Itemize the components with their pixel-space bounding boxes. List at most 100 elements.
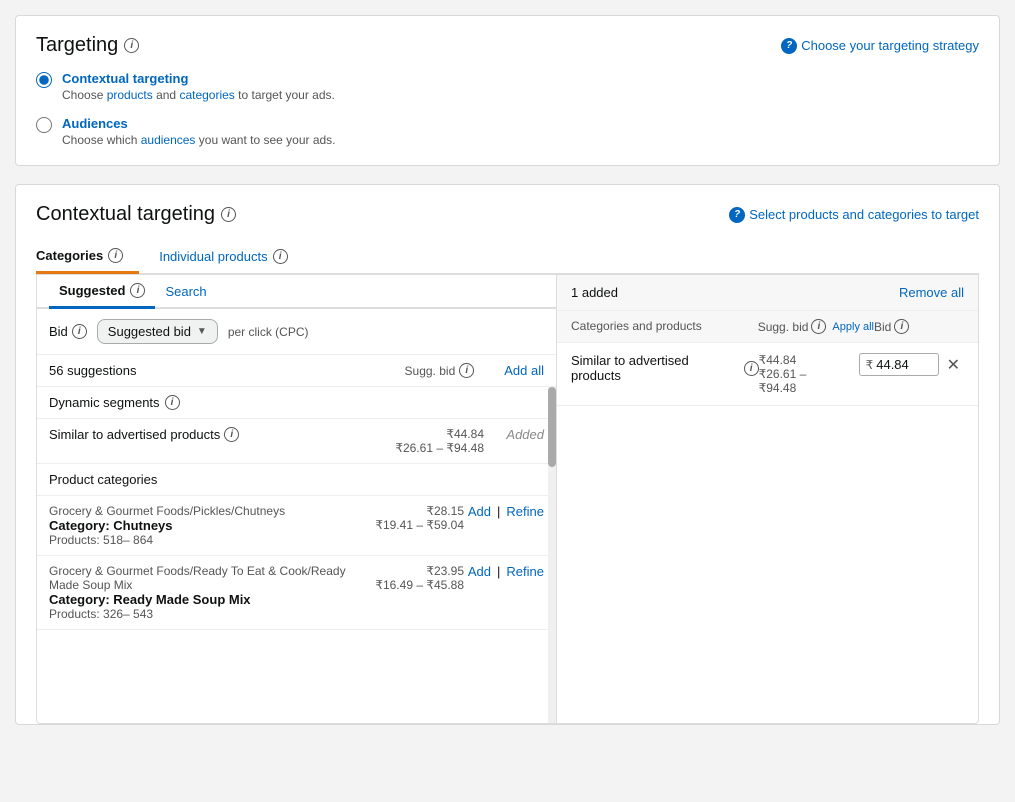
- product-categories-label: Product categories: [49, 472, 157, 487]
- products-link[interactable]: products: [107, 88, 153, 102]
- sub-tabs-row: Suggested i Search: [37, 275, 556, 309]
- contextual-targeting-label-group: Contextual targeting Choose products and…: [62, 71, 335, 102]
- two-column-layout: Suggested i Search Bid i Suggested bid ▼…: [36, 274, 979, 724]
- similar-products-status: Added: [484, 427, 544, 442]
- refine-button-0[interactable]: Refine: [506, 504, 544, 519]
- col-header-bid: Bid i: [874, 319, 964, 334]
- sub-tab-suggested-info-icon[interactable]: i: [130, 283, 145, 298]
- category-row-0: Grocery & Gourmet Foods/Pickles/Chutneys…: [37, 496, 556, 556]
- targeting-radio-group: Contextual targeting Choose products and…: [36, 71, 979, 147]
- col-sugg-info-icon[interactable]: i: [811, 319, 826, 334]
- right-sugg-main-0: ₹44.84: [759, 353, 859, 367]
- dynamic-segments-label: Dynamic segments: [49, 395, 160, 410]
- category-bid-range-1: ₹16.49 – ₹45.88: [364, 578, 464, 592]
- suggestions-header: 56 suggestions Sugg. bid i Add all: [37, 355, 556, 387]
- tab-individual-products[interactable]: Individual products i: [159, 240, 303, 273]
- contextual-targeting-help-link[interactable]: ? Select products and categories to targ…: [729, 207, 979, 223]
- contextual-targeting-radio[interactable]: [36, 72, 52, 88]
- col-bid-label: Bid: [874, 320, 891, 334]
- audiences-label-group: Audiences Choose which audiences you wan…: [62, 116, 336, 147]
- audiences-label: Audiences: [62, 116, 336, 131]
- help-link-text: Choose your targeting strategy: [801, 38, 979, 53]
- col-bid-info-icon[interactable]: i: [894, 319, 909, 334]
- contextual-targeting-card: Contextual targeting i ? Select products…: [15, 184, 1000, 725]
- tab-individual-products-info-icon[interactable]: i: [273, 249, 288, 264]
- col-sugg-label: Sugg. bid: [758, 320, 809, 334]
- category-actions-0: Add | Refine: [464, 504, 544, 519]
- category-info-0: Grocery & Gourmet Foods/Pickles/Chutneys…: [49, 504, 364, 547]
- targeting-card: Targeting i ? Choose your targeting stra…: [15, 15, 1000, 166]
- col-header-categories: Categories and products: [571, 319, 758, 334]
- sugg-bid-info-icon[interactable]: i: [459, 363, 474, 378]
- bid-info-icon[interactable]: i: [72, 324, 87, 339]
- add-all-button[interactable]: Add all: [504, 363, 544, 378]
- audiences-option: Audiences Choose which audiences you wan…: [36, 116, 979, 147]
- similar-products-bid: ₹44.84 ₹26.61 – ₹94.48: [384, 427, 484, 455]
- contextual-help-link-text: Select products and categories to target: [749, 207, 979, 222]
- tab-categories[interactable]: Categories i: [36, 240, 139, 274]
- bid-input-wrap-0: ₹: [859, 353, 939, 376]
- bid-currency-0: ₹: [866, 358, 874, 372]
- targeting-card-header: Targeting i ? Choose your targeting stra…: [36, 34, 979, 57]
- col-header-sugg: Sugg. bid i Apply all: [758, 319, 874, 334]
- product-categories-header: Product categories: [37, 464, 556, 496]
- audiences-link[interactable]: audiences: [141, 133, 196, 147]
- sugg-bid-header-label: Sugg. bid: [405, 364, 456, 378]
- apply-all-link[interactable]: Apply all: [832, 321, 874, 333]
- sub-tab-suggested[interactable]: Suggested i: [49, 275, 155, 309]
- contextual-targeting-card-header: Contextual targeting i ? Select products…: [36, 203, 979, 226]
- sugg-bid-header: Sugg. bid i: [405, 363, 475, 378]
- contextual-targeting-desc: Choose products and categories to target…: [62, 88, 335, 102]
- right-item-info-icon-0[interactable]: i: [744, 361, 759, 376]
- bid-input-0[interactable]: [876, 357, 926, 372]
- sub-tab-search-label: Search: [165, 284, 206, 299]
- add-button-0[interactable]: Add: [468, 504, 491, 519]
- bid-row: Bid i Suggested bid ▼ per click (CPC): [37, 309, 556, 355]
- right-sugg-range1-0: ₹26.61 –: [759, 367, 859, 381]
- added-count: 1 added: [571, 285, 618, 300]
- similar-products-info-icon[interactable]: i: [224, 427, 239, 442]
- sub-tab-suggested-label: Suggested: [59, 283, 125, 298]
- audiences-radio[interactable]: [36, 117, 52, 133]
- sub-tab-search[interactable]: Search: [155, 275, 216, 307]
- category-bold-0: Category: Chutneys: [49, 518, 364, 533]
- similar-to-advertised-products-row: Similar to advertised products i ₹44.84 …: [37, 419, 556, 464]
- scrollbar-thumb[interactable]: [548, 387, 556, 467]
- category-info-1: Grocery & Gourmet Foods/Ready To Eat & C…: [49, 564, 364, 621]
- targeting-title-text: Targeting: [36, 34, 118, 57]
- remove-item-button-0[interactable]: ✕: [943, 355, 964, 375]
- col-categories-label: Categories and products: [571, 319, 758, 333]
- category-products-1: Products: 326– 543: [49, 607, 364, 621]
- remove-all-button[interactable]: Remove all: [899, 285, 964, 300]
- category-bid-0: ₹28.15 ₹19.41 – ₹59.04: [364, 504, 464, 532]
- targeting-help-link[interactable]: ? Choose your targeting strategy: [781, 38, 979, 54]
- suggestions-count: 56 suggestions: [49, 363, 136, 378]
- right-item-name-0: Similar to advertised products i: [571, 353, 759, 383]
- similar-products-bid-range: ₹26.61 – ₹94.48: [384, 441, 484, 455]
- category-products-0: Products: 518– 864: [49, 533, 364, 547]
- contextual-targeting-info-icon[interactable]: i: [221, 207, 236, 222]
- refine-button-1[interactable]: Refine: [506, 564, 544, 579]
- category-actions-1: Add | Refine: [464, 564, 544, 579]
- scrollable-list[interactable]: Dynamic segments i Similar to advertised…: [37, 387, 556, 723]
- separator-0: |: [497, 504, 500, 519]
- dynamic-segments-info-icon[interactable]: i: [165, 395, 180, 410]
- tab-individual-products-label: Individual products: [159, 249, 267, 264]
- per-click-label: per click (CPC): [228, 325, 309, 339]
- categories-link[interactable]: categories: [179, 88, 234, 102]
- similar-products-bid-main: ₹44.84: [384, 427, 484, 441]
- dynamic-segments-header: Dynamic segments i: [37, 387, 556, 419]
- bid-dropdown-chevron-icon: ▼: [197, 326, 207, 337]
- right-col-header-row: Categories and products Sugg. bid i Appl…: [557, 311, 978, 343]
- tab-categories-info-icon[interactable]: i: [108, 248, 123, 263]
- scrollbar-track: [548, 387, 556, 723]
- add-button-1[interactable]: Add: [468, 564, 491, 579]
- bid-dropdown-label: Suggested bid: [108, 324, 191, 339]
- right-panel-header: 1 added Remove all: [557, 275, 978, 311]
- bid-dropdown[interactable]: Suggested bid ▼: [97, 319, 218, 344]
- targeting-info-icon[interactable]: i: [124, 38, 139, 53]
- category-bid-1: ₹23.95 ₹16.49 – ₹45.88: [364, 564, 464, 592]
- targeting-tabs-row: Categories i Individual products i: [36, 240, 979, 274]
- contextual-targeting-option: Contextual targeting Choose products and…: [36, 71, 979, 102]
- category-path-0: Grocery & Gourmet Foods/Pickles/Chutneys: [49, 504, 364, 518]
